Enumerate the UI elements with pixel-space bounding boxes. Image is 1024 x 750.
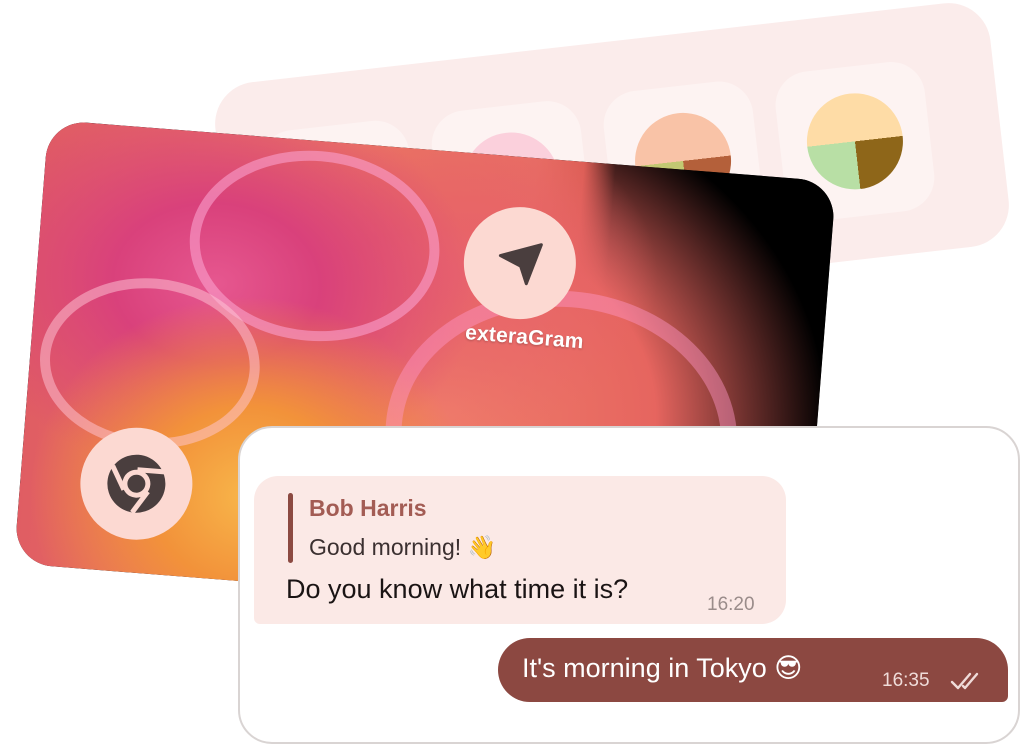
send-icon xyxy=(498,243,543,286)
outgoing-message-bubble[interactable]: It's morning in Tokyo 😎 16:35 xyxy=(498,638,1008,702)
incoming-message-text: Do you know what time it is? xyxy=(286,574,629,604)
reply-quote-bar xyxy=(288,493,293,563)
preview-stage: exteraGram Bob Harris Good morning! 👋 Do… xyxy=(0,0,1024,750)
palette-swatch-4-preview xyxy=(801,88,909,195)
read-checkmarks-icon xyxy=(950,672,979,690)
reply-quoted-text: Good morning! 👋 xyxy=(309,534,497,560)
chat-preview-card: Bob Harris Good morning! 👋 Do you know w… xyxy=(238,426,1020,744)
incoming-message-time: 16:20 xyxy=(707,594,755,615)
outgoing-message-text: It's morning in Tokyo 😎 xyxy=(522,653,803,683)
outgoing-message-time: 16:35 xyxy=(882,670,930,691)
chrome-icon xyxy=(107,454,166,514)
incoming-message-bubble[interactable]: Bob Harris Good morning! 👋 Do you know w… xyxy=(254,476,786,624)
reply-author-name[interactable]: Bob Harris xyxy=(309,495,427,522)
